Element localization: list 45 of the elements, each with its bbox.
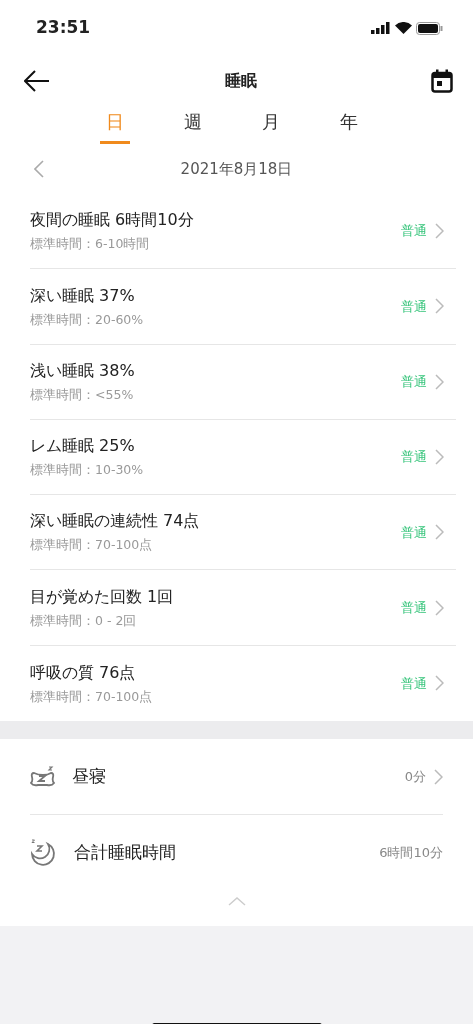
chevron-icon [435, 524, 444, 541]
standard-range: 標準時間：10-30% [30, 461, 144, 480]
standard-range: 標準時間：70-100点 [30, 536, 154, 555]
summary-value: 6時間10分 [379, 844, 443, 863]
metric-title: 目が覚めた回数 1回 [30, 585, 174, 608]
back-arrow-icon[interactable] [24, 70, 50, 92]
chevron-icon [435, 298, 444, 315]
chevron-icon [435, 599, 444, 616]
rating-label: 普通 [401, 523, 427, 542]
metric-title: レム睡眠 25% [30, 435, 136, 458]
page-title: 睡眠 [224, 70, 257, 92]
metric-title: 浅い睡眠 38% [30, 359, 135, 382]
rating-label: 普通 [401, 297, 427, 316]
date-label: 2021年8月18日 [180, 158, 293, 180]
period-tab[interactable]: 週 [177, 106, 208, 144]
standard-range: 標準時間：20-60% [30, 310, 144, 329]
standard-range: 標準時間：0 - 2回 [30, 611, 138, 630]
period-tab[interactable]: 月 [255, 106, 286, 144]
rating-label: 普通 [401, 598, 427, 617]
standard-range: 標準時間：<55% [30, 385, 135, 404]
wifi-icon [395, 22, 412, 34]
metric-title: 深い睡眠の連続性 74点 [30, 510, 200, 533]
metric-title: 深い睡眠 37% [30, 284, 136, 307]
chevron-icon [435, 675, 444, 692]
metric-title: 呼吸の質 76点 [30, 661, 137, 684]
standard-range: 標準時間：6-10時間 [30, 235, 151, 254]
chevron-icon [435, 373, 444, 390]
summary-label: 昼寝 [72, 764, 106, 788]
signal-icon [371, 22, 391, 34]
rating-label: 普通 [401, 448, 427, 467]
calendar-icon[interactable] [431, 69, 453, 93]
battery-icon [416, 21, 443, 35]
rating-label: 普通 [401, 373, 427, 391]
metric-title: 夜間の睡眠 6時間10分 [30, 209, 194, 232]
standard-range: 標準時間：70-100点 [30, 687, 153, 706]
rating-label: 普通 [401, 222, 427, 241]
chevron-icon [435, 223, 444, 240]
rating-label: 普通 [401, 674, 427, 693]
period-tab[interactable]: 年 [333, 106, 364, 144]
clock: 23:51 [36, 16, 91, 40]
moon-zz-icon [30, 839, 58, 868]
summary-label: 合計睡眠時間 [74, 841, 176, 865]
chevron-icon [435, 449, 444, 466]
pillow-zz-icon [30, 764, 56, 789]
summary-value: 0分 [404, 767, 426, 786]
